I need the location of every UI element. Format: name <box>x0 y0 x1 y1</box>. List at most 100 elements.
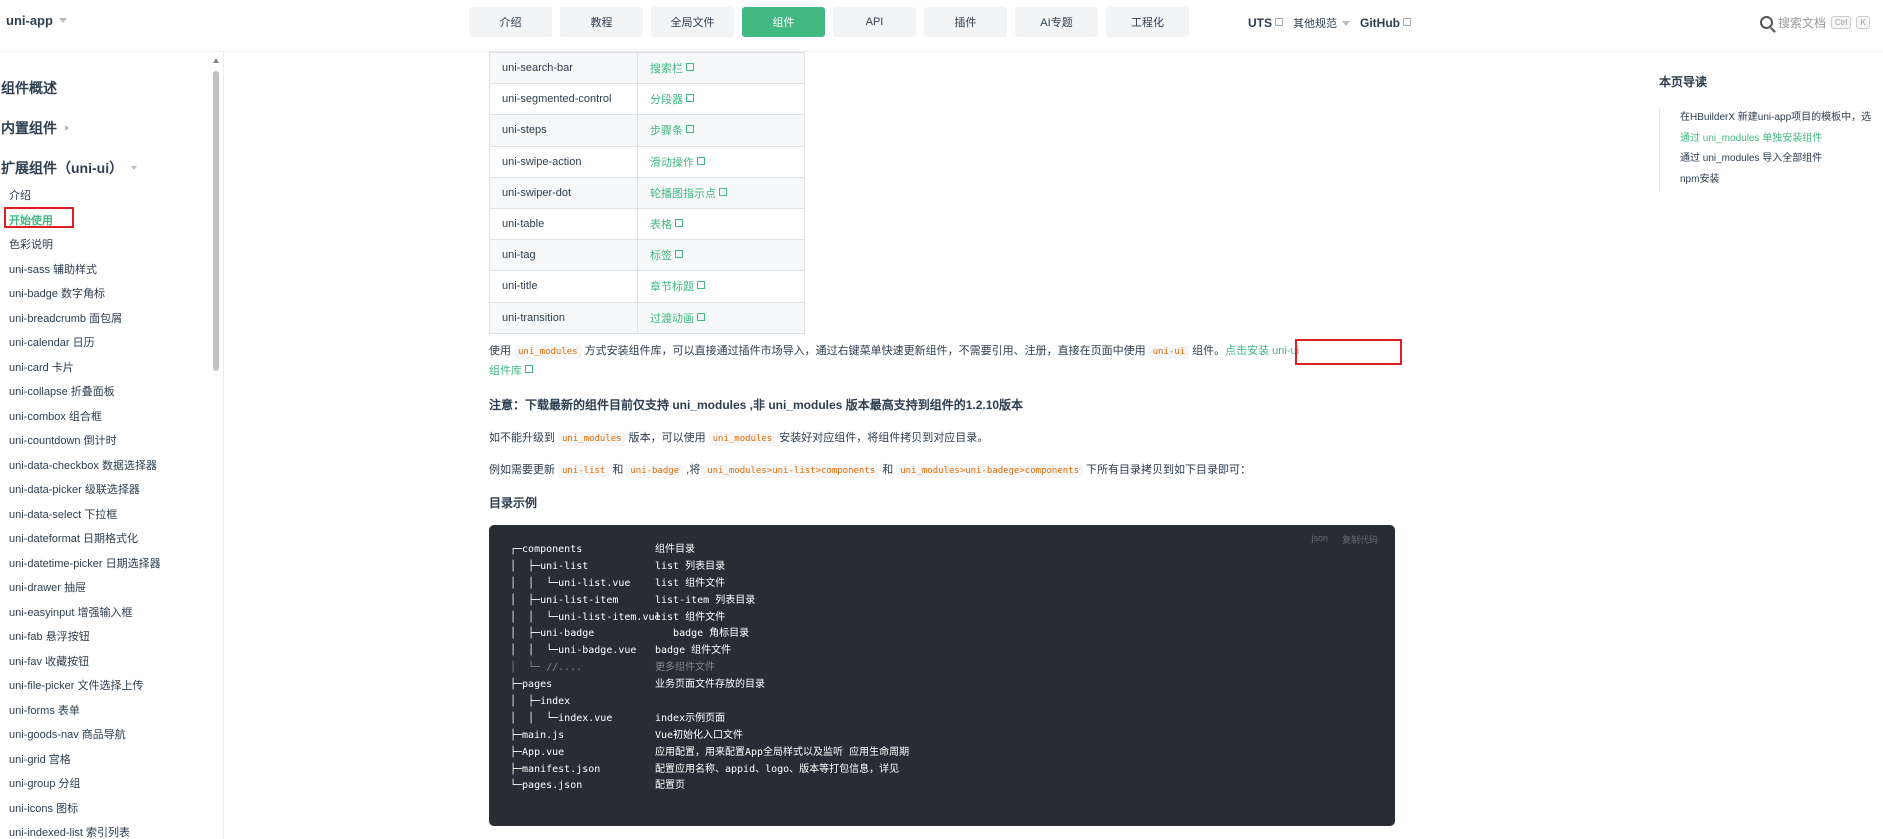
sidebar-item[interactable]: uni-goods-nav 商品导航 <box>9 723 161 748</box>
section-label: 组件概述 <box>1 80 57 96</box>
sidebar-item[interactable]: uni-file-picker 文件选择上传 <box>9 674 161 699</box>
sidebar-item[interactable]: uni-indexed-list 索引列表 <box>9 821 161 839</box>
sidebar-item[interactable]: uni-fav 收藏按钮 <box>9 650 161 675</box>
sidebar-item[interactable]: 介绍 <box>9 184 161 209</box>
toc-item[interactable]: 通过 uni_modules 导入全部组件 <box>1660 149 1871 170</box>
component-doc-link-cell[interactable]: 标签 <box>637 239 805 272</box>
sidebar-item[interactable]: uni-countdown 倒计时 <box>9 429 161 454</box>
sidebar-item[interactable]: uni-grid 宫格 <box>9 748 161 773</box>
nav-intro-button[interactable]: 介绍 <box>469 7 552 37</box>
code-tree-path: ┌─components <box>510 544 583 555</box>
code-line: └─pages.json 配置页 <box>510 778 909 795</box>
sidebar-item[interactable]: 色彩说明 <box>9 233 161 258</box>
table-of-contents: 在HBuilderX 新建uni-app项目的模板中，选 通过 uni_modul… <box>1659 108 1871 190</box>
sidebar-item[interactable]: uni-breadcrumb 面包屑 <box>9 307 161 332</box>
component-doc-link[interactable]: 过渡动画 <box>650 313 694 325</box>
table-row: uni-title 章节标题 <box>489 270 805 303</box>
sidebar-item[interactable]: uni-sass 辅助样式 <box>9 258 161 283</box>
sidebar-item[interactable]: uni-data-select 下拉框 <box>9 503 161 528</box>
brand-dropdown[interactable]: uni-app <box>6 13 67 28</box>
inline-code: uni_modules>uni-badege>components <box>896 464 1083 478</box>
component-doc-link[interactable]: 表格 <box>650 219 672 231</box>
component-doc-link-cell[interactable]: 搜索栏 <box>637 51 805 85</box>
component-doc-link-cell[interactable]: 滑动操作 <box>637 145 805 178</box>
sidebar-item[interactable]: uni-card 卡片 <box>9 356 161 381</box>
toc-item[interactable]: npm安装 <box>1660 170 1871 191</box>
scrollbar-thumb[interactable] <box>213 71 219 371</box>
code-comment: list 列表目录 <box>655 560 726 572</box>
component-doc-link[interactable]: 分段器 <box>650 94 683 106</box>
brand-name: uni-app <box>6 13 53 28</box>
para-text: 下所有目录拷贝到如下目录即可： <box>1086 464 1251 476</box>
para-text: 使用 <box>489 345 511 357</box>
component-doc-link[interactable]: 轮播图指示点 <box>650 188 716 200</box>
nav-uts-link[interactable]: UTS <box>1248 16 1283 30</box>
sidebar-item[interactable]: uni-calendar 日历 <box>9 331 161 356</box>
nav-engineering-button[interactable]: 工程化 <box>1106 7 1189 37</box>
sidebar-item[interactable]: uni-datetime-picker 日期选择器 <box>9 552 161 577</box>
code-comment: 业务页面文件存放的目录 <box>655 679 765 691</box>
inline-code: uni_modules>uni-list>components <box>703 464 880 478</box>
component-name-cell: uni-search-bar <box>489 51 638 85</box>
component-doc-link-cell[interactable]: 过渡动画 <box>637 301 805 334</box>
toc-item[interactable]: 通过 uni_modules 单独安装组件 <box>1660 129 1871 150</box>
copy-code-button[interactable]: 复制代码 <box>1342 533 1378 546</box>
nav-links: UTS 其他规范 GitHub <box>1248 15 1411 31</box>
sidebar-item[interactable]: uni-easyinput 增强输入框 <box>9 601 161 626</box>
scroll-up-arrow-icon[interactable] <box>213 58 219 63</box>
sidebar-scrollbar[interactable] <box>212 56 220 839</box>
component-doc-link-cell[interactable]: 轮播图指示点 <box>637 176 805 209</box>
component-doc-link-cell[interactable]: 步骤条 <box>637 114 805 147</box>
nav-ai-button[interactable]: AI专题 <box>1015 7 1098 37</box>
sidebar-section-builtin[interactable]: 内置组件 <box>1 118 69 138</box>
table-row: uni-table 表格 <box>489 207 805 241</box>
nav-plugins-button[interactable]: 插件 <box>924 7 1007 37</box>
sidebar-item[interactable]: uni-forms 表单 <box>9 699 161 724</box>
sidebar-item[interactable]: uni-group 分组 <box>9 772 161 797</box>
sidebar-item[interactable]: uni-data-checkbox 数据选择器 <box>9 454 161 479</box>
inline-code: uni-list <box>558 464 610 478</box>
component-doc-link[interactable]: 章节标题 <box>650 281 694 293</box>
table-row: uni-swiper-dot 轮播图指示点 <box>489 176 805 209</box>
sidebar-section-uni-ui[interactable]: 扩展组件（uni-ui） <box>1 158 138 178</box>
table-row: uni-search-bar 搜索栏 <box>489 51 805 85</box>
nav-tutorial-button[interactable]: 教程 <box>560 7 643 37</box>
nav-github-link[interactable]: GitHub <box>1360 16 1411 30</box>
component-doc-link-cell[interactable]: 章节标题 <box>637 270 805 303</box>
code-line: │ ├─uni-list-item list-item 列表目录 <box>510 593 909 610</box>
chevron-right-icon <box>65 125 69 131</box>
sidebar-item[interactable]: uni-data-picker 级联选择器 <box>9 478 161 503</box>
para-text: 版本，可以使用 <box>628 432 706 444</box>
code-tree-path: │ │ └─uni-badge.vue <box>510 645 637 657</box>
nav-api-button[interactable]: API <box>833 7 916 37</box>
top-navbar: uni-app 介绍 教程 全局文件 组件 API 插件 AI专题 工程化 UT… <box>0 0 1883 52</box>
component-doc-link[interactable]: 步骤条 <box>650 125 683 137</box>
code-comment: 配置页 <box>655 780 685 792</box>
install-uni-ui-link[interactable]: 点击安装 uni-ui <box>1225 345 1299 357</box>
toc-item[interactable]: 在HBuilderX 新建uni-app项目的模板中，选 <box>1660 108 1871 129</box>
code-comment: Vue初始化入口文件 <box>655 729 744 741</box>
sidebar-item[interactable]: uni-combox 组合框 <box>9 405 161 430</box>
external-link-icon <box>525 365 533 373</box>
sidebar-item[interactable]: uni-badge 数字角标 <box>9 282 161 307</box>
nav-github-label: GitHub <box>1360 16 1400 30</box>
code-toolbar: json 复制代码 <box>1311 533 1378 546</box>
component-doc-link-cell[interactable]: 表格 <box>637 207 805 241</box>
nav-global-files-button[interactable]: 全局文件 <box>651 7 734 37</box>
sidebar-item[interactable]: uni-drawer 抽屉 <box>9 576 161 601</box>
sidebar-section-overview[interactable]: 组件概述 <box>1 78 57 98</box>
install-uni-ui-link-cont[interactable]: 组件库 <box>489 365 522 377</box>
search-box[interactable]: 搜索文档 Ctrl K <box>1760 11 1878 33</box>
component-doc-link[interactable]: 搜索栏 <box>650 63 683 75</box>
nav-components-button[interactable]: 组件 <box>742 7 825 37</box>
component-doc-link-cell[interactable]: 分段器 <box>637 83 805 116</box>
component-doc-link[interactable]: 标签 <box>650 250 672 262</box>
sidebar-item[interactable]: uni-icons 图标 <box>9 797 161 822</box>
sidebar-item[interactable]: uni-dateformat 日期格式化 <box>9 527 161 552</box>
sidebar-item[interactable]: uni-fab 悬浮按钮 <box>9 625 161 650</box>
nav-other-specs-dropdown[interactable]: 其他规范 <box>1293 15 1350 31</box>
table-row: uni-steps 步骤条 <box>489 114 805 147</box>
component-doc-link[interactable]: 滑动操作 <box>650 157 694 169</box>
sidebar-item[interactable]: uni-collapse 折叠面板 <box>9 380 161 405</box>
para-text: 和 <box>882 464 894 476</box>
